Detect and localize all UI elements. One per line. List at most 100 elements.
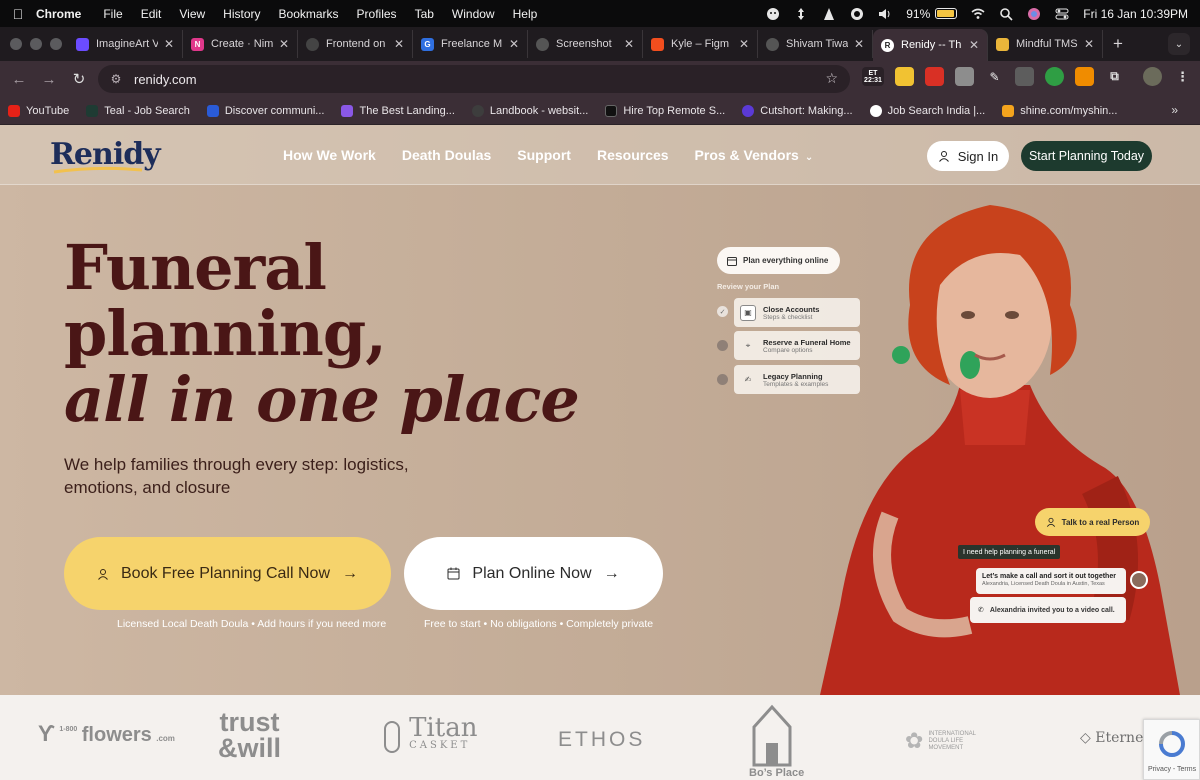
tab-close-icon[interactable]: ✕ <box>509 37 519 51</box>
partner-doula-movement-logo: ✿ INTERNATIONAL DOULA LIFE MOVEMENT <box>905 728 976 754</box>
bookmark-discover[interactable]: Discover communi... <box>206 104 324 117</box>
chrome-menu-icon[interactable]: ⋮ <box>1173 67 1192 86</box>
tab-close-icon[interactable]: ✕ <box>854 37 864 51</box>
menu-edit[interactable]: Edit <box>141 7 162 21</box>
extensions-puzzle-icon[interactable]: ⧉ <box>1105 67 1124 86</box>
hero-title-line3: all in one place <box>64 363 580 436</box>
bookmark-youtube[interactable]: YouTube <box>8 104 69 117</box>
bookmark-landing[interactable]: The Best Landing... <box>341 104 455 117</box>
landbook-icon <box>471 104 484 117</box>
tab-nim[interactable]: N Create · Nim ✕ <box>183 30 298 58</box>
menu-app-name[interactable]: Chrome <box>36 7 81 21</box>
apple-menu-icon[interactable]:  <box>0 6 36 22</box>
extension-red-shield-icon[interactable] <box>925 67 944 86</box>
bookmark-hire-remote[interactable]: Hire Top Remote S... <box>605 104 725 117</box>
plan-online-button[interactable]: Plan Online Now → <box>404 537 663 610</box>
bookmarks-overflow-icon[interactable]: » <box>1171 103 1178 117</box>
tab-imagineart[interactable]: ImagineArt V ✕ <box>68 30 183 58</box>
extensions-row: ET 22:31 ✎ ⧉ ⋮ <box>862 67 1192 86</box>
extension-orange-icon[interactable] <box>1075 67 1094 86</box>
bookmark-teal[interactable]: Teal - Job Search <box>86 104 190 117</box>
hero-title: Funeral planning, all in one place <box>64 235 580 436</box>
sign-in-button[interactable]: Sign In <box>927 141 1009 171</box>
grammarly-icon[interactable] <box>850 7 864 21</box>
tab-freelance[interactable]: G Freelance M ✕ <box>413 30 528 58</box>
user-icon <box>1046 517 1055 527</box>
step-check-icon: ✓ <box>717 306 728 317</box>
tab-screenshot[interactable]: Screenshot ✕ <box>528 30 643 58</box>
tab-renidy[interactable]: R Renidy -- Th ✕ <box>873 29 988 61</box>
address-url[interactable]: renidy.com <box>134 72 197 87</box>
volume-icon[interactable] <box>878 7 892 21</box>
profile-avatar-icon[interactable] <box>1143 67 1162 86</box>
et-clock-extension-icon[interactable]: ET 22:31 <box>862 67 884 86</box>
site-info-tune-icon[interactable]: ⚙ <box>108 71 124 87</box>
forward-arrow-icon[interactable]: → <box>34 71 64 88</box>
menu-tab[interactable]: Tab <box>415 7 434 21</box>
video-invite-card: ✆ Alexandria invited you to a video call… <box>970 597 1126 623</box>
tab-close-icon[interactable]: ✕ <box>624 37 634 51</box>
wechat-icon[interactable] <box>766 7 780 21</box>
bookmark-star-icon[interactable]: ☆ <box>825 70 838 87</box>
vlc-cone-icon[interactable] <box>822 7 836 21</box>
tab-figma[interactable]: Kyle – Figm ✕ <box>643 30 758 58</box>
partner-doula-line1: INTERNATIONAL <box>928 730 976 737</box>
logo-swoosh-icon <box>53 166 143 174</box>
tab-mindful[interactable]: Mindful TMS ✕ <box>988 30 1103 58</box>
nav-death-doulas[interactable]: Death Doulas <box>402 147 491 163</box>
wifi-icon[interactable] <box>971 7 985 21</box>
close-window-button[interactable] <box>10 38 22 50</box>
arrows-updown-icon[interactable] <box>794 7 808 21</box>
spotlight-search-icon[interactable] <box>999 7 1013 21</box>
nav-support[interactable]: Support <box>517 147 571 163</box>
extension-green-icon[interactable] <box>1045 67 1064 86</box>
tab-close-icon[interactable]: ✕ <box>279 37 289 51</box>
tab-search-chevron-icon[interactable]: ⌄ <box>1168 33 1190 55</box>
tab-frontend[interactable]: Frontend on ✕ <box>298 30 413 58</box>
extension-grey-icon[interactable] <box>955 67 974 86</box>
tab-close-icon[interactable]: ✕ <box>969 38 979 52</box>
bookmark-cutshort[interactable]: Cutshort: Making... <box>742 104 853 117</box>
siri-icon[interactable] <box>1027 7 1041 21</box>
tab-close-icon[interactable]: ✕ <box>739 37 749 51</box>
minimize-window-button[interactable] <box>30 38 42 50</box>
start-planning-button[interactable]: Start Planning Today <box>1021 141 1152 171</box>
menu-window[interactable]: Window <box>452 7 495 21</box>
tab-shivam[interactable]: Shivam Tiwa ✕ <box>758 30 873 58</box>
zoom-window-button[interactable] <box>50 38 62 50</box>
partner-casket-text: CASKET <box>409 740 471 751</box>
site-header: Renidy How We Work Death Doulas Support … <box>0 125 1200 185</box>
battery-status[interactable]: 91% <box>906 7 958 21</box>
tab-close-icon[interactable]: ✕ <box>394 37 404 51</box>
control-center-icon[interactable] <box>1055 7 1069 21</box>
doula-avatar <box>1130 571 1148 589</box>
eyedropper-extension-icon[interactable]: ✎ <box>985 67 1004 86</box>
address-bar[interactable]: ⚙ renidy.com ☆ <box>98 65 850 93</box>
menu-help[interactable]: Help <box>513 7 538 21</box>
bookmark-landbook[interactable]: Landbook - websit... <box>471 104 588 117</box>
recaptcha-privacy-terms[interactable]: Privacy - Terms <box>1148 766 1196 773</box>
back-arrow-icon[interactable]: ← <box>4 71 34 88</box>
extension-yellow-icon[interactable] <box>895 67 914 86</box>
bookmark-shine[interactable]: shine.com/myshin... <box>1002 104 1117 117</box>
talk-to-person-pill: Talk to a real Person <box>1035 508 1150 536</box>
partner-will-text: &will <box>218 733 282 763</box>
nav-how-we-work[interactable]: How We Work <box>283 147 376 163</box>
menu-file[interactable]: File <box>103 7 122 21</box>
recaptcha-badge[interactable]: Privacy - Terms <box>1143 719 1200 780</box>
menu-history[interactable]: History <box>223 7 260 21</box>
nav-pros-vendors[interactable]: Pros & Vendors <box>695 147 799 163</box>
bookmark-job-search-india[interactable]: Job Search India |... <box>869 104 985 117</box>
nav-resources[interactable]: Resources <box>597 147 669 163</box>
extension-media-icon[interactable] <box>1015 67 1034 86</box>
tab-close-icon[interactable]: ✕ <box>164 37 174 51</box>
menubar-clock[interactable]: Fri 16 Jan 10:39PM <box>1083 7 1188 21</box>
reload-icon[interactable]: ↻ <box>64 70 94 88</box>
menu-view[interactable]: View <box>179 7 205 21</box>
tab-close-icon[interactable]: ✕ <box>1084 37 1094 51</box>
menu-profiles[interactable]: Profiles <box>357 7 397 21</box>
new-tab-plus-icon[interactable]: + <box>1113 34 1123 54</box>
nav-pros-vendors-wrap[interactable]: Pros & Vendors ⌄ <box>695 147 814 163</box>
book-call-button[interactable]: Book Free Planning Call Now → <box>64 537 391 610</box>
menu-bookmarks[interactable]: Bookmarks <box>279 7 339 21</box>
